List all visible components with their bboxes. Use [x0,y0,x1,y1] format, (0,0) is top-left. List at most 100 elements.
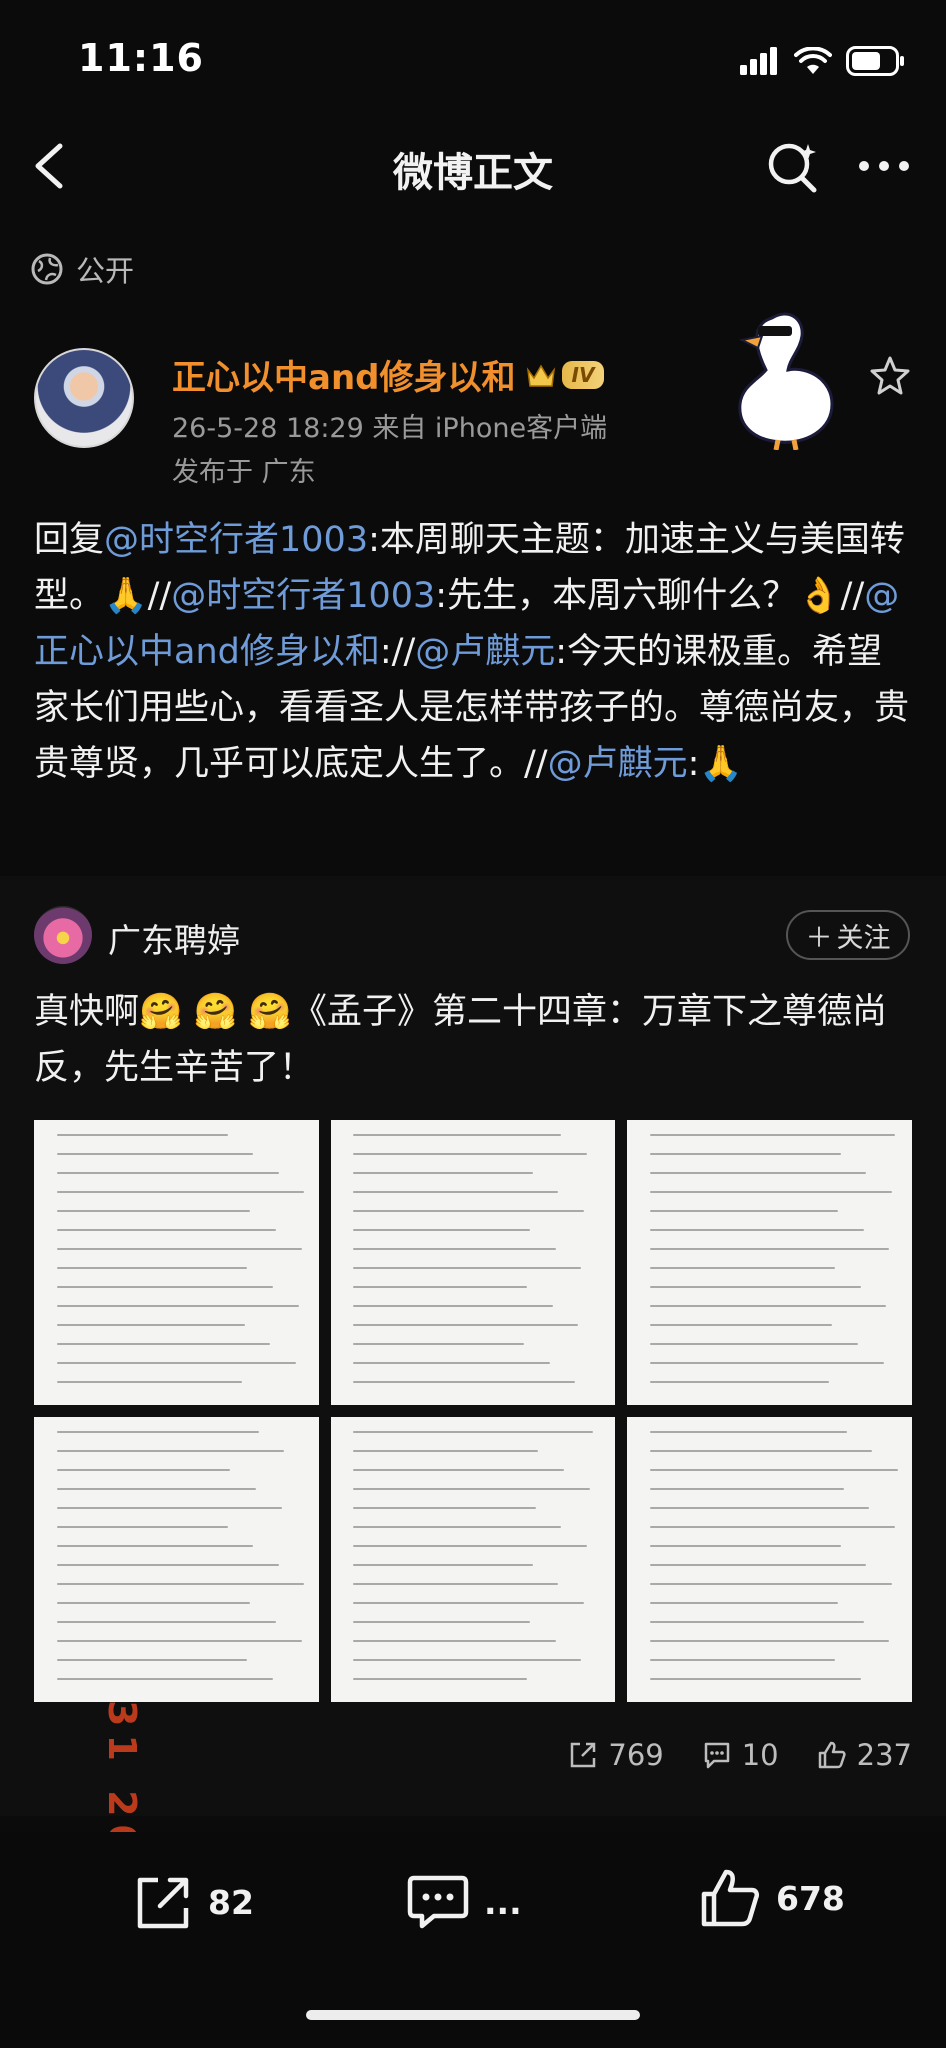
handwriting-stroke [353,1583,559,1585]
signal-icon [740,47,777,75]
author-avatar[interactable] [34,348,134,448]
like-stat[interactable]: 237 [817,1738,912,1772]
commenter-name[interactable]: 广东聘婷 [108,914,240,962]
handwriting-stroke [353,1545,587,1547]
handwriting-stroke [56,1248,302,1250]
handwritten-page-image-2[interactable] [330,1120,616,1405]
like-count-bottom: 678 [776,1878,845,1918]
handwriting-stroke [650,1640,890,1642]
handwriting-stroke [56,1431,259,1433]
handwriting-stroke [650,1229,864,1231]
author-name[interactable]: 正心以中and修身以和 [172,350,516,399]
crown-icon [526,364,555,387]
handwriting-stroke [353,1564,533,1566]
handwriting-stroke [56,1564,279,1566]
follow-label: 关注 [836,922,891,953]
follow-button[interactable]: ＋关注 [786,910,910,960]
handwriting-stroke [650,1564,867,1566]
handwritten-page-image-4[interactable] [34,1417,319,1702]
mention-link[interactable]: @时空行者1003 [171,576,435,616]
handwriting-stroke [650,1153,841,1155]
vip-level: IV [561,360,605,389]
comment-bubble-icon [407,1875,469,1929]
repost-button[interactable]: 82 [134,1872,254,1932]
handwriting-stroke [650,1450,873,1452]
post-text-seg: // [147,576,172,616]
handwriting-stroke [650,1343,858,1345]
like-button[interactable]: 678 [698,1866,845,1930]
quoted-post-stats: 769 10 237 [568,1738,912,1772]
handwriting-stroke [56,1526,228,1528]
comment-button[interactable]: ... [406,1872,522,1932]
thumbs-up-icon [818,1741,846,1769]
hug-emojis: 🤗 🤗 🤗 [139,992,293,1032]
handwriting-stroke [353,1191,559,1193]
visibility-label: 公开 [76,254,135,288]
handwriting-stroke [650,1248,890,1250]
handwriting-stroke [353,1172,533,1174]
comment-count: 10 [741,1738,779,1772]
handwriting-stroke [353,1248,556,1250]
comment-stat[interactable]: 10 [702,1738,779,1772]
author-name-row[interactable]: 正心以中and修身以和 IV [172,350,605,399]
handwritten-page-image-3[interactable] [627,1120,912,1405]
handwriting-stroke [650,1602,838,1604]
pray-emoji: 🙏 [104,576,148,616]
home-indicator[interactable] [306,2010,640,2020]
vip-badge[interactable]: IV [526,360,605,389]
handwritten-page-image-1[interactable] [34,1120,319,1405]
handwriting-stroke [56,1659,248,1661]
handwritten-page-image-6[interactable] [627,1417,912,1702]
comment-icon [704,1742,729,1769]
handwriting-stroke [650,1469,898,1471]
handwriting-stroke [353,1267,582,1269]
pray-emoji: 🙏 [699,744,743,784]
mention-link[interactable]: @卢麒元 [548,744,688,784]
handwriting-stroke [56,1507,282,1509]
handwriting-stroke [56,1545,254,1547]
handwriting-stroke [650,1305,887,1307]
commenter-avatar[interactable] [34,906,92,964]
handwriting-stroke [650,1267,836,1269]
handwriting-stroke [56,1450,285,1452]
handwriting-stroke [56,1134,228,1136]
handwriting-stroke [650,1526,895,1528]
handwriting-stroke [56,1469,231,1471]
handwriting-stroke [650,1488,844,1490]
handwriting-stroke [56,1172,279,1174]
handwriting-stroke [650,1678,861,1680]
thumbs-up-icon [701,1869,760,1927]
more-icon[interactable] [856,158,912,174]
handwriting-stroke [353,1602,584,1604]
plus-icon: ＋ [805,922,833,953]
handwriting-stroke [353,1450,539,1452]
handwriting-stroke [353,1431,593,1433]
handwriting-stroke [56,1324,245,1326]
share-count: 769 [608,1738,664,1772]
post-text-seg: :// [379,632,416,672]
search-icon[interactable] [764,138,820,194]
handwriting-stroke [650,1621,864,1623]
handwritten-page-image-5[interactable] [330,1417,616,1702]
favorite-star-icon[interactable] [868,354,912,398]
handwriting-stroke [56,1267,248,1269]
mention-link[interactable]: @时空行者1003 [104,520,368,560]
status-icons [740,44,906,78]
post-text-seg: 回复 [34,520,105,560]
status-time: 11:16 [78,36,204,80]
handwriting-stroke [650,1431,847,1433]
handwriting-stroke [56,1362,296,1364]
mention-link[interactable]: @卢麒元 [415,632,555,672]
handwriting-stroke [650,1191,893,1193]
handwriting-stroke [56,1229,276,1231]
handwriting-stroke [353,1362,550,1364]
share-stat[interactable]: 769 [568,1738,664,1772]
handwriting-stroke [56,1191,305,1193]
handwriting-stroke [650,1362,884,1364]
duck-sticker-icon[interactable] [728,300,838,450]
repost-icon [137,1877,189,1929]
comment-text: 真快啊🤗 🤗 🤗《孟子》第二十四章：万章下之尊德尚反，先生辛苦了！ [34,984,914,1096]
handwriting-stroke [650,1210,838,1212]
handwriting-stroke [650,1134,895,1136]
handwriting-stroke [650,1286,861,1288]
